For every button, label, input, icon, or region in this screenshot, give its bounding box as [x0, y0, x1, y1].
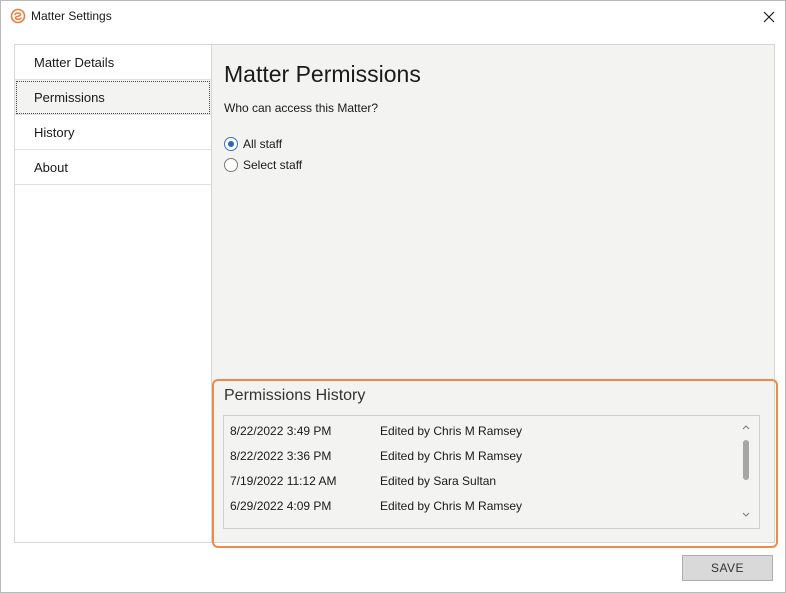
title-bar: Matter Settings	[1, 1, 785, 33]
sidebar-item-matter-details[interactable]: Matter Details	[15, 45, 211, 80]
save-button[interactable]: SAVE	[682, 555, 773, 581]
access-question: Who can access this Matter?	[224, 101, 379, 115]
sidebar-item-label: Permissions	[34, 90, 105, 105]
sidebar-item-permissions[interactable]: Permissions	[15, 80, 211, 115]
history-date: 8/22/2022 3:36 PM	[230, 449, 332, 463]
scroll-down-button[interactable]	[741, 510, 751, 520]
list-item: 7/19/2022 11:12 AM Edited by Sara Sultan	[230, 471, 735, 491]
scroll-thumb[interactable]	[743, 440, 749, 480]
matter-settings-window: Matter Settings Matter Details Permissio…	[0, 0, 786, 593]
history-description: Edited by Chris M Ramsey	[380, 499, 523, 513]
select-staff-radio-option[interactable]: Select staff	[224, 156, 302, 174]
sidebar-item-label: Matter Details	[34, 55, 115, 70]
history-date: 6/29/2022 4:09 PM	[230, 499, 332, 513]
window-title: Matter Settings	[31, 9, 112, 23]
permissions-history-title: Permissions History	[224, 387, 366, 404]
history-date: 8/22/2022 3:49 PM	[230, 424, 332, 438]
sidebar-item-label: History	[34, 125, 75, 140]
scroll-up-button[interactable]	[741, 422, 751, 432]
list-item: 6/29/2022 4:09 PM Edited by Chris M Rams…	[230, 496, 735, 516]
history-date: 7/19/2022 11:12 AM	[230, 474, 337, 488]
settings-sidebar: Matter Details Permissions History About	[15, 45, 212, 542]
history-description: Edited by Chris M Ramsey	[380, 424, 523, 438]
close-button[interactable]	[757, 5, 781, 29]
all-staff-radio-option[interactable]: All staff	[224, 135, 282, 153]
select-staff-radio[interactable]	[224, 158, 238, 172]
all-staff-radio[interactable]	[224, 137, 238, 151]
sidebar-item-label: About	[34, 160, 68, 175]
history-description: Edited by Sara Sultan	[380, 474, 497, 488]
chevron-up-icon	[742, 425, 750, 430]
smokeball-logo-icon	[10, 8, 26, 24]
sidebar-item-history[interactable]: History	[15, 115, 211, 150]
sidebar-item-about[interactable]: About	[15, 150, 211, 185]
list-item: 8/22/2022 3:36 PM Edited by Chris M Rams…	[230, 446, 735, 466]
page-title: Matter Permissions	[224, 61, 421, 87]
history-description: Edited by Chris M Ramsey	[380, 449, 523, 463]
close-icon	[763, 11, 775, 23]
select-staff-label: Select staff	[243, 158, 303, 172]
history-scrollbar[interactable]	[739, 420, 753, 524]
permissions-history-list[interactable]: 8/22/2022 3:49 PM Edited by Chris M Rams…	[223, 415, 760, 529]
all-staff-label: All staff	[243, 137, 283, 151]
chevron-down-icon	[742, 512, 750, 517]
list-item: 8/22/2022 3:49 PM Edited by Chris M Rams…	[230, 421, 735, 441]
